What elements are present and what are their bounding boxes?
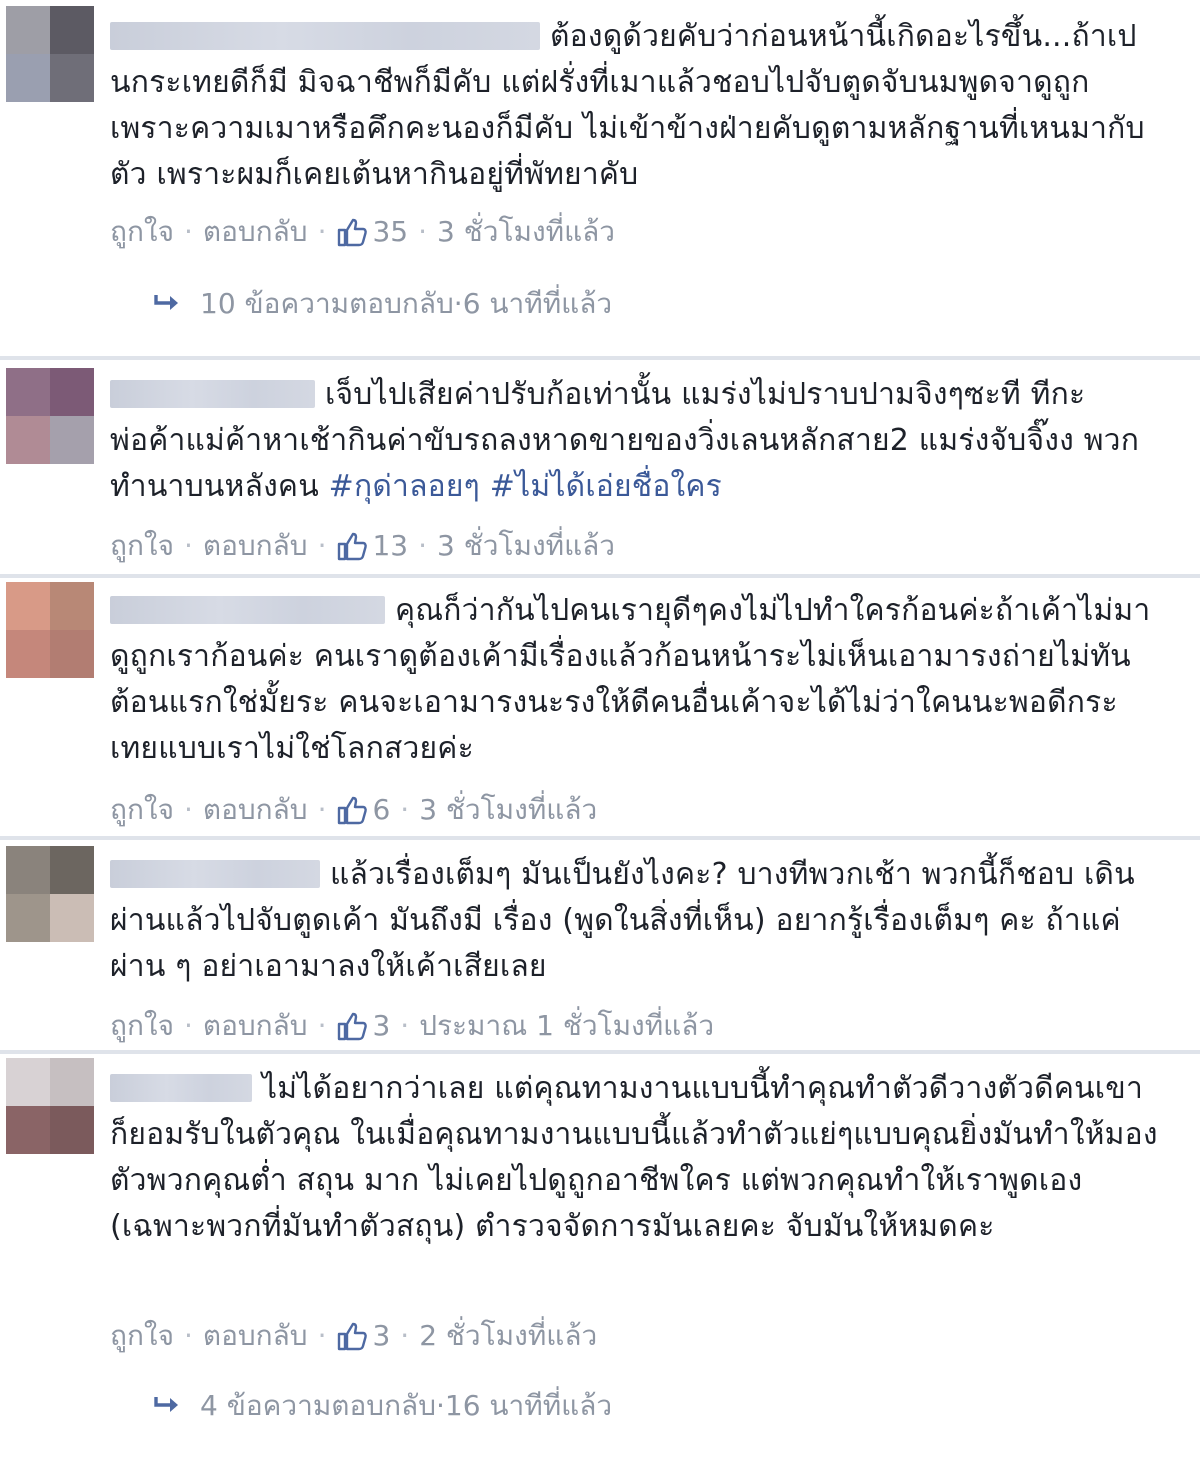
separator: · (418, 529, 428, 562)
author-name[interactable] (110, 380, 315, 408)
like-count[interactable]: 13 (372, 529, 408, 562)
author-name[interactable] (110, 596, 385, 624)
comment: ต้องดูด้วยคับว่าก่อนหน้านี้เกิดอะไรขึ้น.… (0, 0, 1200, 356)
view-replies[interactable]: 10 ข้อความตอบกลับ·6 นาทีที่แล้ว (152, 282, 612, 326)
timestamp[interactable]: 3 ชั่วโมงที่แล้ว (437, 529, 615, 562)
separator: · (317, 1009, 327, 1042)
reply-link[interactable]: ตอบกลับ (203, 793, 308, 826)
separator: · (453, 287, 463, 320)
separator: · (317, 215, 327, 248)
separator: · (317, 529, 327, 562)
avatar[interactable] (6, 846, 94, 942)
like-link[interactable]: ถูกใจ (110, 1009, 174, 1042)
hashtag-link[interactable]: #กุด่าลอยๆ (329, 469, 480, 504)
comment: ไม่ได้อยากว่าเลย แต่คุณทามงานแบบนี้ทำคุณ… (0, 1054, 1200, 1469)
separator: · (435, 1389, 445, 1422)
separator: · (317, 1319, 327, 1352)
hashtag-link[interactable]: #ไม่ได้เอ่ยชื่อใคร (490, 469, 722, 504)
separator: · (183, 793, 193, 826)
timestamp[interactable]: 3 ชั่วโมงที่แล้ว (419, 793, 597, 826)
like-link[interactable]: ถูกใจ (110, 529, 174, 562)
avatar[interactable] (6, 582, 94, 678)
reply-arrow-icon (152, 291, 182, 324)
author-name[interactable] (110, 1074, 252, 1102)
separator: · (183, 1009, 193, 1042)
separator: · (400, 793, 410, 826)
comment-actions: ถูกใจ · ตอบกลับ · 3 · 2 ชั่วโมงที่แล้ว (110, 1314, 597, 1358)
comment: แล้วเรื่องเต็มๆ มันเป็นยังไงคะ? บางทีพวก… (0, 840, 1200, 1050)
comment-body: ไม่ได้อยากว่าเลย แต่คุณทามงานแบบนี้ทำคุณ… (110, 1066, 1160, 1250)
comment: คุณก็ว่ากันไปคนเรายุดีๆคงไม่ไปทำใครก้อนค… (0, 578, 1200, 836)
separator: · (183, 215, 193, 248)
comment-actions: ถูกใจ · ตอบกลับ · 6 · 3 ชั่วโมงที่แล้ว (110, 788, 597, 832)
like-link[interactable]: ถูกใจ (110, 215, 174, 248)
separator: · (317, 793, 327, 826)
reply-count[interactable]: 4 ข้อความตอบกลับ (200, 1389, 436, 1422)
avatar[interactable] (6, 1058, 94, 1154)
reply-link[interactable]: ตอบกลับ (203, 215, 308, 248)
separator: · (183, 1319, 193, 1352)
like-link[interactable]: ถูกใจ (110, 1319, 174, 1352)
timestamp[interactable]: 3 ชั่วโมงที่แล้ว (437, 215, 615, 248)
like-link[interactable]: ถูกใจ (110, 793, 174, 826)
author-name[interactable] (110, 22, 540, 50)
comment-text: ไม่ได้อยากว่าเลย แต่คุณทามงานแบบนี้ทำคุณ… (110, 1071, 1158, 1244)
like-count[interactable]: 6 (372, 793, 390, 826)
separator: · (183, 529, 193, 562)
like-count[interactable]: 3 (372, 1009, 390, 1042)
comment-feed: ต้องดูด้วยคับว่าก่อนหน้านี้เกิดอะไรขึ้น.… (0, 0, 1200, 1469)
thumbs-up-icon[interactable] (336, 795, 368, 832)
reply-timestamp: 16 นาทีที่แล้ว (444, 1389, 613, 1422)
reply-link[interactable]: ตอบกลับ (203, 529, 308, 562)
timestamp[interactable]: 2 ชั่วโมงที่แล้ว (419, 1319, 597, 1352)
comment-actions: ถูกใจ · ตอบกลับ · 35 · 3 ชั่วโมงที่แล้ว (110, 210, 615, 254)
timestamp[interactable]: ประมาณ 1 ชั่วโมงที่แล้ว (419, 1009, 714, 1042)
view-replies[interactable]: 4 ข้อความตอบกลับ·16 นาทีที่แล้ว (152, 1384, 612, 1428)
comment: เจ็บไปเสียค่าปรับก้อเท่านั้น แมร่งไม่ปรา… (0, 360, 1200, 574)
comment-body: แล้วเรื่องเต็มๆ มันเป็นยังไงคะ? บางทีพวก… (110, 852, 1160, 990)
thumbs-up-icon[interactable] (336, 1321, 368, 1358)
like-count[interactable]: 35 (372, 215, 408, 248)
comment-actions: ถูกใจ · ตอบกลับ · 3 · ประมาณ 1 ชั่วโมงที่แล้ว (110, 1004, 714, 1048)
separator: · (418, 215, 428, 248)
comment-body: คุณก็ว่ากันไปคนเรายุดีๆคงไม่ไปทำใครก้อนค… (110, 588, 1160, 772)
reply-count[interactable]: 10 ข้อความตอบกลับ (200, 287, 454, 320)
author-name[interactable] (110, 860, 320, 888)
comment-body: เจ็บไปเสียค่าปรับก้อเท่านั้น แมร่งไม่ปรา… (110, 372, 1160, 510)
thumbs-up-icon[interactable] (336, 217, 368, 254)
thumbs-up-icon[interactable] (336, 531, 368, 568)
comment-actions: ถูกใจ · ตอบกลับ · 13 · 3 ชั่วโมงที่แล้ว (110, 524, 615, 568)
separator: · (400, 1319, 410, 1352)
reply-link[interactable]: ตอบกลับ (203, 1009, 308, 1042)
thumbs-up-icon[interactable] (336, 1011, 368, 1048)
reply-timestamp: 6 นาทีที่แล้ว (462, 287, 613, 320)
reply-link[interactable]: ตอบกลับ (203, 1319, 308, 1352)
avatar[interactable] (6, 6, 94, 102)
like-count[interactable]: 3 (372, 1319, 390, 1352)
comment-body: ต้องดูด้วยคับว่าก่อนหน้านี้เกิดอะไรขึ้น.… (110, 14, 1160, 198)
separator: · (400, 1009, 410, 1042)
reply-arrow-icon (152, 1393, 182, 1426)
avatar[interactable] (6, 368, 94, 464)
